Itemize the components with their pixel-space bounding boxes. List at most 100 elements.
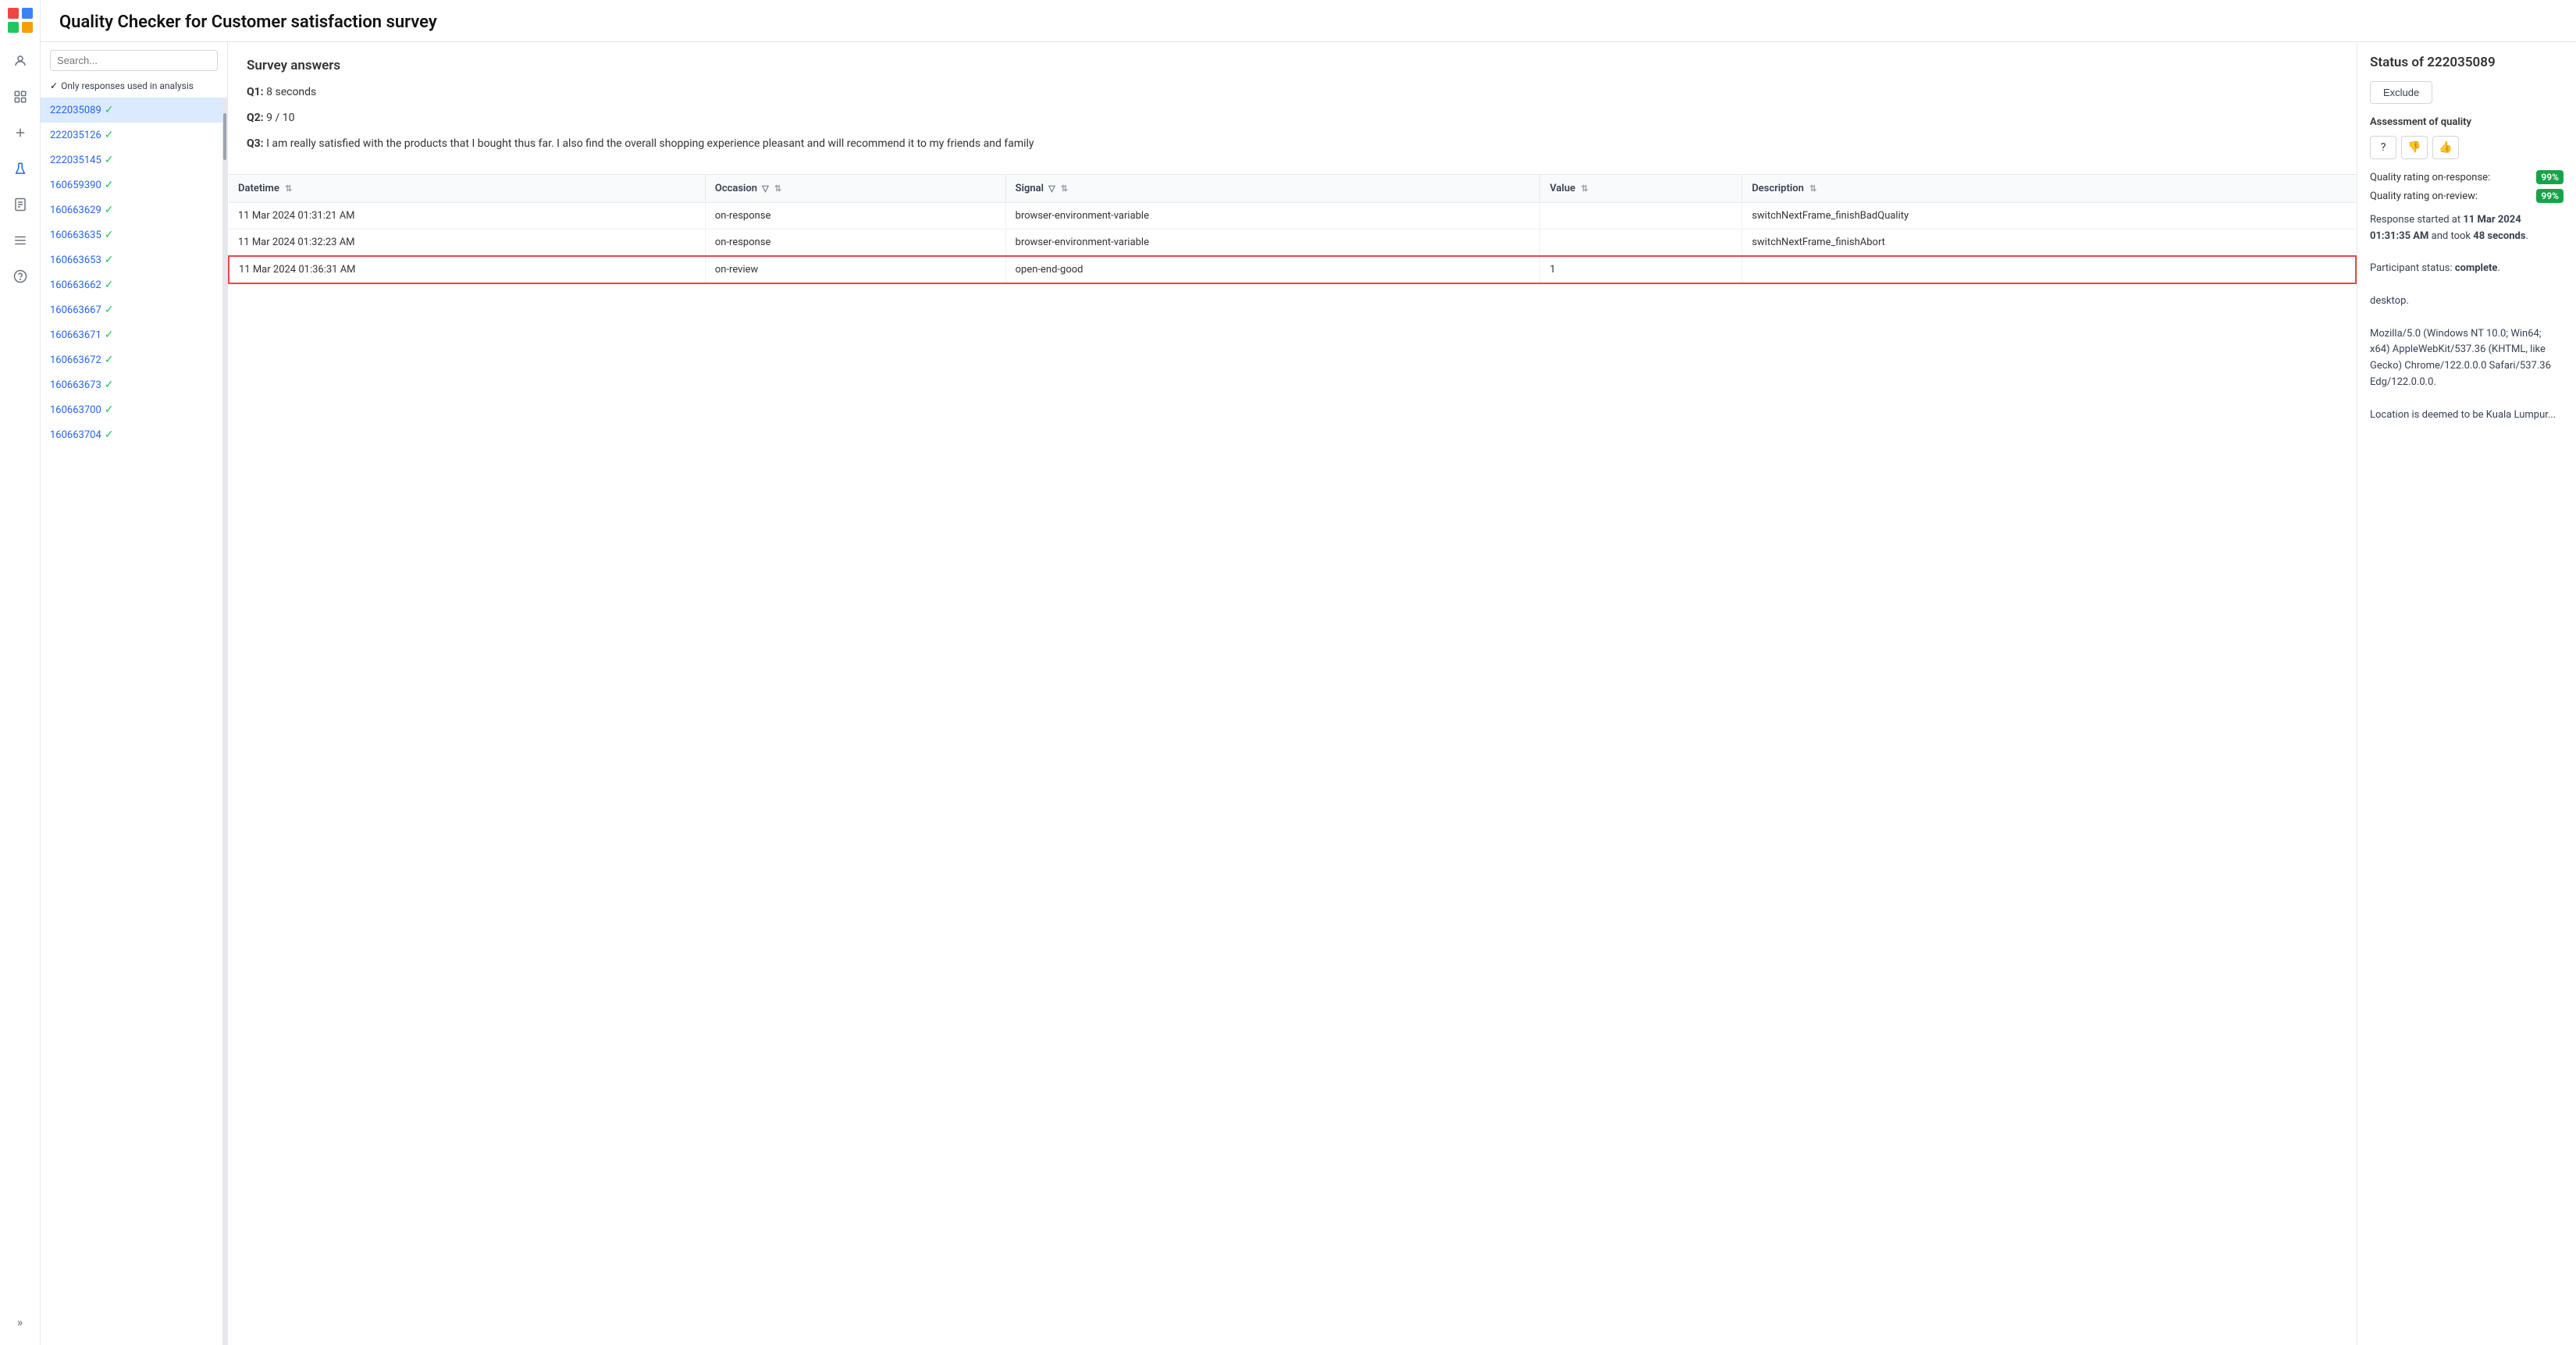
list-item[interactable]: 222035089 ✓ bbox=[41, 98, 222, 123]
help-icon[interactable] bbox=[9, 265, 31, 287]
meta-participant-label: Participant status: bbox=[2370, 262, 2455, 274]
list-item[interactable]: 160663635 ✓ bbox=[41, 222, 222, 247]
col-datetime[interactable]: Datetime ⇅ bbox=[229, 175, 705, 203]
check-icon: ✓ bbox=[105, 104, 114, 116]
response-id-link[interactable]: 222035126 bbox=[50, 130, 101, 141]
list-item[interactable]: 222035126 ✓ bbox=[41, 123, 222, 148]
q3-label: Q3: bbox=[247, 137, 264, 150]
col-signal[interactable]: Signal ▽ ⇅ bbox=[1005, 175, 1540, 203]
response-id-link[interactable]: 160663700 bbox=[50, 404, 101, 416]
quality-rating-response-label: Quality rating on-response: bbox=[2370, 172, 2536, 183]
flask-icon[interactable] bbox=[9, 158, 31, 180]
list-item[interactable]: 160663673 ✓ bbox=[41, 372, 222, 397]
status-panel: Status of 222035089 Exclude Assessment o… bbox=[2357, 42, 2576, 1345]
plus-icon[interactable] bbox=[9, 122, 31, 144]
list-item[interactable]: 160663671 ✓ bbox=[41, 322, 222, 347]
q1-label: Q1: bbox=[247, 86, 264, 98]
response-id-link[interactable]: 160663635 bbox=[50, 230, 101, 241]
expand-nav-icon[interactable]: » bbox=[9, 1311, 31, 1333]
unknown-quality-button[interactable]: ? bbox=[2370, 136, 2396, 159]
response-id-link[interactable]: 160663672 bbox=[50, 354, 101, 366]
quality-rating-review-label: Quality rating on-review: bbox=[2370, 190, 2536, 202]
table-row[interactable]: 11 Mar 2024 01:32:23 AM on-response brow… bbox=[229, 230, 2356, 257]
list-icon[interactable] bbox=[9, 230, 31, 251]
meta-response-started-label: Response started at bbox=[2370, 214, 2463, 226]
description-sort-icon[interactable]: ⇅ bbox=[1809, 183, 1816, 194]
check-icon: ✓ bbox=[105, 204, 114, 216]
col-occasion[interactable]: Occasion ▽ ⇅ bbox=[705, 175, 1005, 203]
check-icon: ✓ bbox=[105, 279, 114, 291]
response-sidebar: ✓ Only responses used in analysis 222035… bbox=[41, 42, 228, 1345]
meta-ua: Mozilla/5.0 (Windows NT 10.0; Win64; x64… bbox=[2370, 326, 2564, 391]
list-item[interactable]: 160663700 ✓ bbox=[41, 397, 222, 422]
response-id-link[interactable]: 160663667 bbox=[50, 304, 101, 316]
response-id-link[interactable]: 160663671 bbox=[50, 329, 101, 341]
meta-took-label: and took bbox=[2428, 230, 2473, 242]
meta-date: 11 Mar 2024 bbox=[2463, 214, 2521, 226]
check-icon: ✓ bbox=[105, 129, 114, 141]
q3-row: Q3: I am really satisfied with the produ… bbox=[247, 136, 2338, 152]
value-sort-icon[interactable]: ⇅ bbox=[1581, 183, 1588, 194]
cell-description: switchNextFrame_finishAbort bbox=[1742, 230, 2356, 257]
meta-location: Location is deemed to be Kuala Lumpur... bbox=[2370, 407, 2564, 424]
search-input[interactable] bbox=[50, 50, 218, 71]
occasion-filter-icon[interactable]: ▽ bbox=[762, 183, 768, 194]
filter-toggle[interactable]: ✓ Only responses used in analysis bbox=[41, 77, 227, 98]
list-item[interactable]: 160659390 ✓ bbox=[41, 173, 222, 197]
check-icon: ✓ bbox=[105, 404, 114, 416]
response-id-link[interactable]: 222035145 bbox=[50, 155, 101, 166]
list-item[interactable]: 222035145 ✓ bbox=[41, 148, 222, 173]
meta-info-section: Response started at 11 Mar 2024 01:31:35… bbox=[2370, 212, 2564, 423]
table-row[interactable]: 11 Mar 2024 01:31:21 AM on-response brow… bbox=[229, 203, 2356, 230]
list-item[interactable]: 160663653 ✓ bbox=[41, 247, 222, 272]
table-row[interactable]: 11 Mar 2024 01:36:31 AM on-review open-e… bbox=[229, 256, 2356, 283]
check-icon: ✓ bbox=[105, 329, 114, 341]
events-table-section: Datetime ⇅ Occasion ▽ ⇅ Signal ▽ bbox=[228, 174, 2357, 1345]
list-item[interactable]: 160663667 ✓ bbox=[41, 297, 222, 322]
chart-icon[interactable] bbox=[9, 86, 31, 108]
col-description-label: Description bbox=[1752, 183, 1804, 194]
exclude-button[interactable]: Exclude bbox=[2370, 81, 2432, 104]
check-icon: ✓ bbox=[105, 379, 114, 391]
search-container bbox=[41, 42, 227, 77]
meta-seconds: 48 seconds bbox=[2473, 230, 2525, 242]
filter-label: Only responses used in analysis bbox=[61, 80, 194, 91]
response-id-link[interactable]: 160659390 bbox=[50, 180, 101, 191]
filter-check-icon: ✓ bbox=[50, 80, 58, 91]
check-icon: ✓ bbox=[105, 179, 114, 191]
occasion-sort-icon[interactable]: ⇅ bbox=[774, 183, 781, 194]
response-id-link[interactable]: 160663653 bbox=[50, 254, 101, 266]
response-list: 222035089 ✓222035126 ✓222035145 ✓1606593… bbox=[41, 98, 222, 1345]
datetime-sort-icon[interactable]: ⇅ bbox=[285, 183, 292, 194]
cell-value bbox=[1540, 230, 1742, 257]
col-datetime-label: Datetime bbox=[238, 183, 279, 194]
col-description[interactable]: Description ⇅ bbox=[1742, 175, 2356, 203]
response-id-link[interactable]: 160663704 bbox=[50, 429, 101, 441]
cell-occasion: on-review bbox=[705, 256, 1005, 283]
status-title: Status of 222035089 bbox=[2370, 55, 2564, 70]
list-item[interactable]: 160663629 ✓ bbox=[41, 197, 222, 222]
list-item[interactable]: 160663672 ✓ bbox=[41, 347, 222, 372]
person-icon[interactable] bbox=[9, 50, 31, 72]
q1-row: Q1: 8 seconds bbox=[247, 84, 2338, 101]
quality-rating-response-row: Quality rating on-response: 99% bbox=[2370, 170, 2564, 184]
thumbs-down-button[interactable]: 👎 bbox=[2401, 136, 2428, 159]
col-occasion-label: Occasion bbox=[715, 183, 757, 194]
page-title: Quality Checker for Customer satisfactio… bbox=[41, 0, 2576, 42]
list-item[interactable]: 160663662 ✓ bbox=[41, 272, 222, 297]
sidebar-scrollbar[interactable] bbox=[222, 98, 227, 1345]
signal-sort-icon[interactable]: ⇅ bbox=[1061, 183, 1068, 194]
list-item[interactable]: 160663704 ✓ bbox=[41, 422, 222, 447]
signal-filter-icon[interactable]: ▽ bbox=[1048, 183, 1055, 194]
response-id-link[interactable]: 160663673 bbox=[50, 379, 101, 391]
response-id-link[interactable]: 160663662 bbox=[50, 279, 101, 291]
cell-signal: browser-environment-variable bbox=[1005, 230, 1540, 257]
response-id-link[interactable]: 222035089 bbox=[50, 105, 101, 116]
col-value[interactable]: Value ⇅ bbox=[1540, 175, 1742, 203]
expand-label: » bbox=[17, 1315, 23, 1329]
q2-value: 9 / 10 bbox=[266, 112, 294, 124]
thumbs-up-button[interactable]: 👍 bbox=[2432, 136, 2459, 159]
survey-answers-title: Survey answers bbox=[247, 58, 2338, 73]
response-id-link[interactable]: 160663629 bbox=[50, 205, 101, 216]
doc-icon[interactable] bbox=[9, 194, 31, 215]
